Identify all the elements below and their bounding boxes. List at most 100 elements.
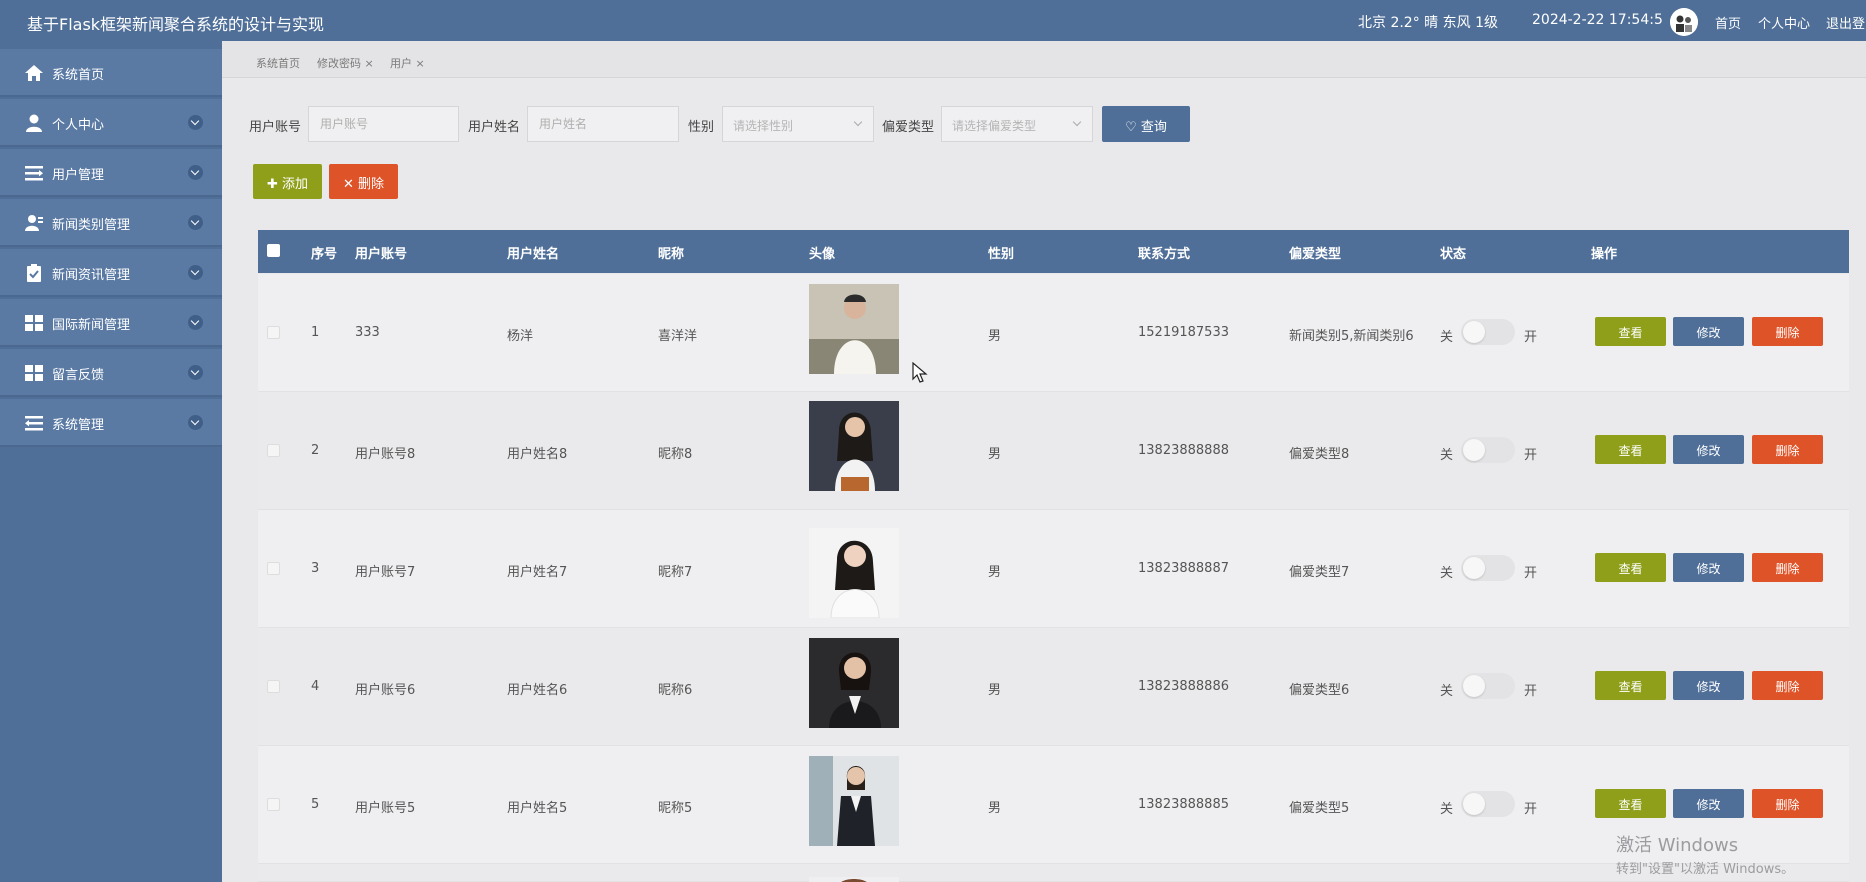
edit-button[interactable]: 修改 bbox=[1673, 553, 1744, 582]
chevron-down-icon bbox=[188, 415, 203, 430]
sidebar-item-news-info[interactable]: 新闻资讯管理 bbox=[0, 249, 222, 297]
sidebar-item-international-news[interactable]: 国际新闻管理 bbox=[0, 299, 222, 347]
sidebar-item-label: 留言反馈 bbox=[52, 368, 105, 383]
delete-button[interactable]: 删除 bbox=[1752, 671, 1823, 700]
status-toggle[interactable] bbox=[1461, 791, 1515, 817]
column-header: 偏爱类型 bbox=[1289, 247, 1342, 262]
delete-button[interactable]: 删除 bbox=[1752, 435, 1823, 464]
batch-delete-button[interactable]: ✕ 删除 bbox=[329, 164, 398, 199]
row-gender: 男 bbox=[988, 801, 1002, 816]
chevron-down-icon bbox=[188, 165, 203, 180]
column-header: 操作 bbox=[1591, 247, 1618, 262]
sidebar-item-news-category[interactable]: 新闻类别管理 bbox=[0, 199, 222, 247]
query-button[interactable]: ♡ 查询 bbox=[1102, 106, 1190, 142]
row-nickname: 昵称8 bbox=[658, 447, 693, 462]
delete-button[interactable]: 删除 bbox=[1752, 317, 1823, 346]
row-phone: 13823888888 bbox=[1138, 443, 1229, 458]
table-row: 1 333 杨洋 喜洋洋 男 15219187533 新闻类别5,新闻类别6 关… bbox=[258, 274, 1849, 392]
row-checkbox[interactable] bbox=[267, 798, 280, 811]
view-button[interactable]: 查看 bbox=[1595, 553, 1666, 582]
sidebar-item-label: 系统管理 bbox=[52, 418, 105, 433]
add-button[interactable]: ✚ 添加 bbox=[253, 164, 322, 199]
gender-select-placeholder: 请选择性别 bbox=[733, 119, 794, 133]
name-label: 用户姓名 bbox=[468, 120, 521, 135]
view-button[interactable]: 查看 bbox=[1595, 317, 1666, 346]
toggle-off-label: 关 bbox=[1440, 448, 1454, 463]
row-account: 用户账号5 bbox=[355, 801, 416, 816]
column-header: 用户账号 bbox=[355, 247, 408, 262]
row-phone: 13823888886 bbox=[1138, 679, 1229, 694]
column-header: 性别 bbox=[988, 247, 1015, 262]
view-button[interactable]: 查看 bbox=[1595, 789, 1666, 818]
sidebar-item-label: 国际新闻管理 bbox=[52, 318, 131, 333]
clipboard-icon bbox=[27, 264, 41, 282]
toggle-on-label: 开 bbox=[1524, 566, 1538, 581]
toggle-off-label: 关 bbox=[1440, 566, 1454, 581]
sidebar-item-user-management[interactable]: 用户管理 bbox=[0, 149, 222, 197]
column-header: 联系方式 bbox=[1138, 247, 1191, 262]
chevron-down-icon bbox=[188, 315, 203, 330]
edit-button[interactable]: 修改 bbox=[1673, 317, 1744, 346]
table-header: 序号 用户账号 用户姓名 昵称 头像 性别 联系方式 偏爱类型 状态 操作 bbox=[258, 230, 1849, 273]
nav-logout-link[interactable]: 退出登 bbox=[1826, 13, 1865, 32]
chevron-down-icon bbox=[188, 215, 203, 230]
sidebar-item-home[interactable]: 系统首页 bbox=[0, 49, 222, 97]
activation-watermark-text: 转到"设置"以激活 Windows。 bbox=[1616, 862, 1795, 877]
edit-button[interactable]: 修改 bbox=[1673, 789, 1744, 818]
row-phone: 13823888887 bbox=[1138, 561, 1229, 576]
select-all-checkbox[interactable] bbox=[267, 244, 280, 257]
toggle-on-label: 开 bbox=[1524, 684, 1538, 699]
table-row: 4 用户账号6 用户姓名6 昵称6 男 13823888886 偏爱类型6 关 … bbox=[258, 628, 1849, 746]
column-header: 昵称 bbox=[658, 247, 685, 262]
status-toggle[interactable] bbox=[1461, 437, 1515, 463]
edit-button[interactable]: 修改 bbox=[1673, 435, 1744, 464]
row-index: 2 bbox=[311, 443, 320, 458]
grid-icon bbox=[25, 315, 43, 331]
row-checkbox[interactable] bbox=[267, 562, 280, 575]
sidebar-item-label: 个人中心 bbox=[52, 118, 105, 133]
tab-home[interactable]: 系统首页 bbox=[256, 55, 300, 71]
row-phone: 15219187533 bbox=[1138, 325, 1229, 340]
toggle-off-label: 关 bbox=[1440, 684, 1454, 699]
preference-label: 偏爱类型 bbox=[882, 120, 935, 135]
user-icon bbox=[26, 114, 42, 132]
row-checkbox[interactable] bbox=[267, 680, 280, 693]
status-toggle[interactable] bbox=[1461, 673, 1515, 699]
table-row: 3 用户账号7 用户姓名7 昵称7 男 13823888887 偏爱类型7 关 … bbox=[258, 510, 1849, 628]
chevron-down-icon bbox=[188, 115, 203, 130]
row-index: 4 bbox=[311, 679, 320, 694]
nav-profile-link[interactable]: 个人中心 bbox=[1758, 13, 1810, 32]
avatar[interactable] bbox=[1670, 8, 1698, 36]
name-search-input[interactable] bbox=[527, 106, 679, 142]
user-photo bbox=[809, 638, 899, 728]
chevron-down-icon bbox=[188, 365, 203, 380]
preference-select[interactable]: 请选择偏爱类型 bbox=[941, 106, 1093, 142]
row-account: 用户账号8 bbox=[355, 447, 416, 462]
tab-users[interactable]: 用户 × bbox=[390, 55, 425, 71]
status-toggle[interactable] bbox=[1461, 319, 1515, 345]
view-button[interactable]: 查看 bbox=[1595, 435, 1666, 464]
row-preference: 偏爱类型7 bbox=[1289, 565, 1350, 580]
row-checkbox[interactable] bbox=[267, 444, 280, 457]
view-button[interactable]: 查看 bbox=[1595, 671, 1666, 700]
list-icon bbox=[25, 416, 43, 431]
tab-change-password[interactable]: 修改密码 × bbox=[317, 55, 374, 71]
sidebar-item-system-management[interactable]: 系统管理 bbox=[0, 399, 222, 447]
toggle-on-label: 开 bbox=[1524, 330, 1538, 345]
delete-button[interactable]: 删除 bbox=[1752, 553, 1823, 582]
edit-button[interactable]: 修改 bbox=[1673, 671, 1744, 700]
breadcrumb-tabs: 系统首页 修改密码 × 用户 × bbox=[222, 41, 1866, 78]
table-row: 5 用户账号5 用户姓名5 昵称5 男 13823888885 偏爱类型5 关 … bbox=[258, 746, 1849, 864]
nav-home-link[interactable]: 首页 bbox=[1715, 13, 1741, 32]
mouse-cursor-icon bbox=[912, 362, 928, 383]
account-search-input[interactable] bbox=[308, 106, 459, 142]
gender-select[interactable]: 请选择性别 bbox=[722, 106, 874, 142]
sidebar-item-feedback[interactable]: 留言反馈 bbox=[0, 349, 222, 397]
row-checkbox[interactable] bbox=[267, 326, 280, 339]
status-toggle[interactable] bbox=[1461, 555, 1515, 581]
row-nickname: 昵称5 bbox=[658, 801, 693, 816]
delete-button[interactable]: 删除 bbox=[1752, 789, 1823, 818]
row-nickname: 昵称6 bbox=[658, 683, 693, 698]
sidebar-item-profile[interactable]: 个人中心 bbox=[0, 99, 222, 147]
sidebar-item-label: 新闻资讯管理 bbox=[52, 268, 131, 283]
